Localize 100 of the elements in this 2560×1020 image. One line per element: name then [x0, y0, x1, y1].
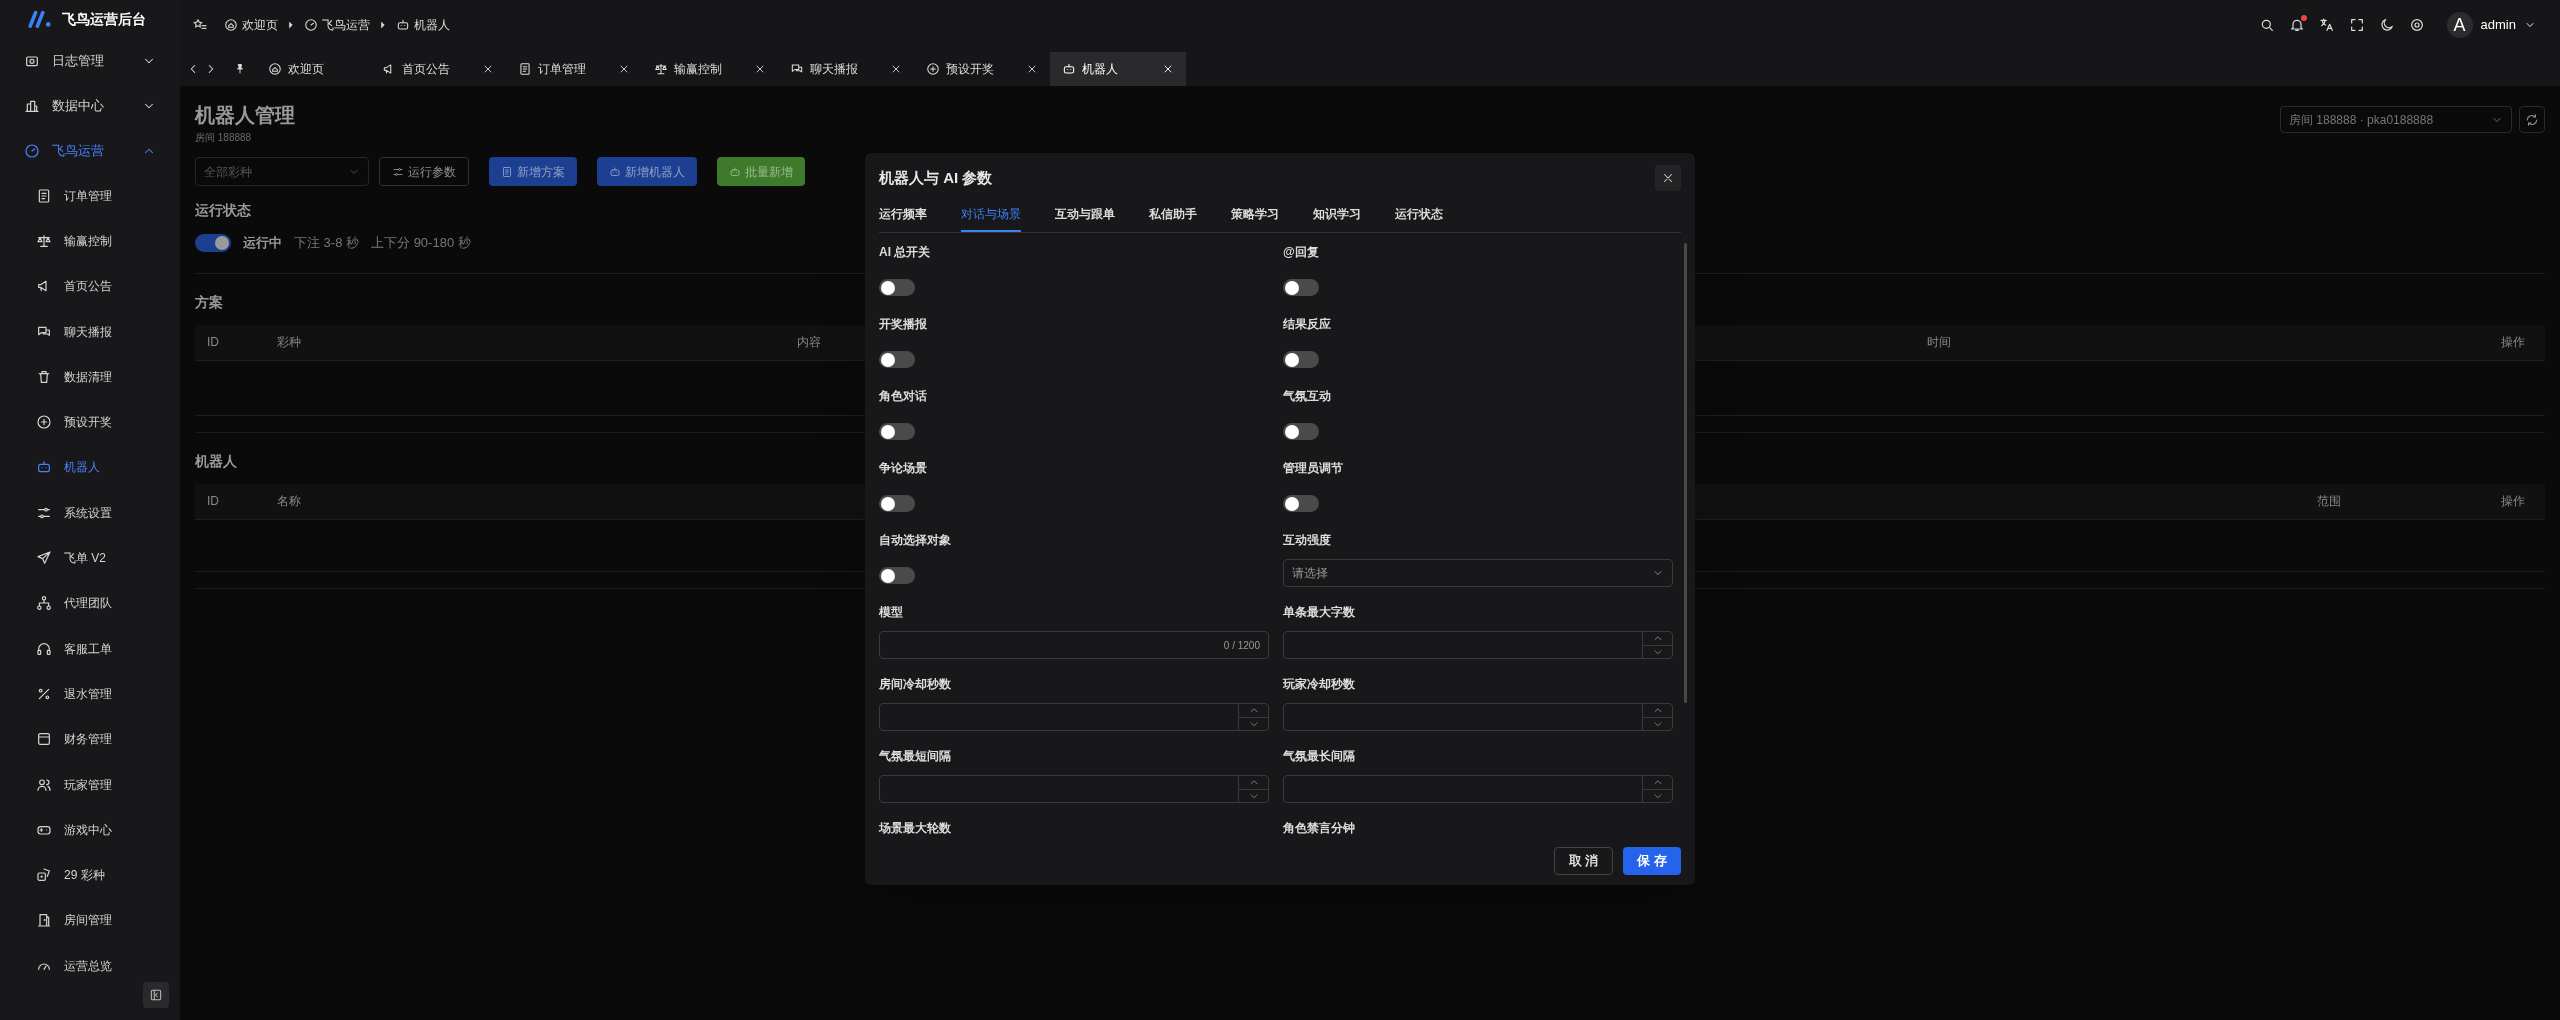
robot-icon — [396, 18, 410, 32]
field-label: 气氛最短间隔 — [879, 748, 952, 765]
user-menu-button[interactable]: A admin — [2446, 12, 2536, 38]
users-icon — [36, 776, 52, 793]
tab[interactable]: 预设开奖 — [914, 52, 1050, 86]
breadcrumb-link[interactable]: 欢迎页 — [224, 16, 278, 34]
dialog-tab[interactable]: 知识学习 — [1313, 203, 1361, 232]
field-label: 气氛最长间隔 — [1283, 748, 1356, 765]
sidebar-item[interactable]: 运营总览 — [0, 943, 180, 989]
sidebar-item[interactable]: 首页公告 — [0, 263, 180, 309]
select-field[interactable]: 请选择 — [1283, 559, 1673, 587]
sidebar-item[interactable]: 退水管理 — [0, 671, 180, 717]
archive-icon — [36, 731, 52, 748]
scale-icon — [36, 232, 52, 249]
dialog-button[interactable]: 保 存 — [1623, 847, 1681, 875]
sidebar-item[interactable]: 飞鸟运营 — [0, 128, 180, 173]
number-field[interactable] — [1283, 703, 1673, 731]
field-label: 房间冷却秒数 — [879, 676, 952, 693]
caret-right-icon — [378, 20, 388, 30]
dialog-tab[interactable]: 运行频率 — [879, 203, 927, 232]
section-heading: 机器人 — [195, 451, 237, 471]
sidebar-item[interactable]: 订单管理 — [0, 173, 180, 219]
sidebar-item[interactable]: 机器人 — [0, 444, 180, 491]
column-header: 操作 — [2501, 494, 2525, 508]
toggle-switch[interactable] — [1283, 423, 1319, 440]
dialog-tab[interactable]: 策略学习 — [1231, 203, 1279, 232]
tab[interactable]: 机器人 — [1050, 52, 1186, 86]
sidebar-item[interactable]: 玩家管理 — [0, 761, 180, 808]
toggle-switch[interactable] — [879, 279, 915, 296]
column-header: 时间 — [1927, 335, 1951, 349]
sidebar-item[interactable]: 游戏中心 — [0, 807, 180, 853]
tab[interactable]: 输赢控制 — [642, 52, 778, 86]
sidebar-item[interactable]: 预设开奖 — [0, 399, 180, 445]
sidebar-item[interactable]: 客服工单 — [0, 625, 180, 672]
pin-icon[interactable] — [234, 63, 246, 75]
toggle-switch[interactable] — [1283, 351, 1319, 368]
field-label: 模型 — [879, 604, 904, 621]
close-icon[interactable] — [482, 63, 494, 75]
tab[interactable]: 欢迎页 — [222, 52, 370, 86]
sidebar-item[interactable]: 代理团队 — [0, 580, 180, 626]
toolbar-button[interactable]: 新增机器人 — [597, 157, 697, 186]
close-icon[interactable] — [1162, 63, 1174, 75]
gauge-icon — [24, 142, 40, 159]
tab[interactable]: 聊天播报 — [778, 52, 914, 86]
column-header: 范围 — [2317, 494, 2341, 508]
toolbar-button[interactable]: 新增方案 — [489, 157, 577, 186]
number-field[interactable] — [1283, 631, 1673, 659]
sidebar-item[interactable]: 聊天播报 — [0, 308, 180, 355]
dialog-button[interactable]: 取 消 — [1553, 847, 1614, 875]
dialog-tab[interactable]: 私信助手 — [1149, 203, 1197, 232]
breadcrumb-link[interactable]: 机器人 — [396, 16, 450, 34]
collapse-icon — [149, 988, 163, 1002]
scale-icon — [654, 62, 668, 76]
sidebar-item[interactable]: 数据中心 — [0, 83, 180, 128]
field-label: 场景最大轮数 — [879, 820, 952, 837]
sidebar-item[interactable]: 财务管理 — [0, 716, 180, 762]
collapse-sidebar-button[interactable] — [143, 982, 169, 1008]
document-icon — [36, 187, 52, 204]
toggle-switch[interactable] — [879, 567, 915, 584]
sidebar-item[interactable]: 29 彩种 — [0, 852, 180, 898]
tab[interactable]: 订单管理 — [506, 52, 642, 86]
number-field[interactable] — [1283, 775, 1673, 803]
moon-icon[interactable] — [2378, 17, 2395, 33]
dice-icon — [36, 867, 52, 884]
toggle-switch[interactable] — [879, 351, 915, 368]
toggle-switch[interactable] — [1283, 495, 1319, 512]
sidebar-item[interactable]: 数据清理 — [0, 354, 180, 400]
dialog-tab[interactable]: 互动与跟单 — [1055, 203, 1115, 232]
breadcrumb-link[interactable]: 飞鸟运营 — [304, 16, 370, 34]
field-label: 管理员调节 — [1283, 460, 1344, 477]
running-toggle[interactable] — [195, 233, 231, 252]
close-icon[interactable] — [618, 63, 630, 75]
refresh-button[interactable] — [2519, 106, 2545, 133]
toggle-switch[interactable] — [879, 423, 915, 440]
close-button[interactable] — [1655, 165, 1681, 191]
fullscreen-icon[interactable] — [2348, 17, 2365, 33]
dialog-tab[interactable]: 对话与场景 — [961, 203, 1021, 232]
number-field[interactable] — [879, 703, 1269, 731]
sidebar-item[interactable]: 房间管理 — [0, 897, 180, 944]
column-header: 名称 — [277, 494, 301, 508]
translate-icon[interactable] — [2318, 17, 2335, 33]
number-field[interactable] — [879, 775, 1269, 803]
text-field[interactable]: 0 / 1200 — [879, 631, 1269, 659]
toggle-switch[interactable] — [1283, 279, 1319, 296]
sidebar-item[interactable]: 系统设置 — [0, 490, 180, 536]
room-select[interactable]: 房间 188888 · pka0188888 — [2280, 106, 2512, 133]
close-icon[interactable] — [1026, 63, 1038, 75]
sidebar-item[interactable]: 输赢控制 — [0, 218, 180, 264]
close-icon[interactable] — [754, 63, 766, 75]
toggle-switch[interactable] — [879, 495, 915, 512]
close-icon[interactable] — [890, 63, 902, 75]
dialog-tab[interactable]: 运行状态 — [1395, 203, 1443, 232]
tab[interactable]: 首页公告 — [370, 52, 506, 86]
scrollbar[interactable] — [1684, 243, 1687, 703]
bell-icon[interactable] — [2288, 17, 2305, 33]
settings-icon[interactable] — [2408, 17, 2425, 33]
door-icon — [36, 912, 52, 929]
sidebar-item[interactable]: 日志管理 — [0, 38, 180, 83]
toolbar-button[interactable]: 运行参数 — [379, 157, 469, 186]
sidebar-item[interactable]: 飞单 V2 — [0, 535, 180, 581]
